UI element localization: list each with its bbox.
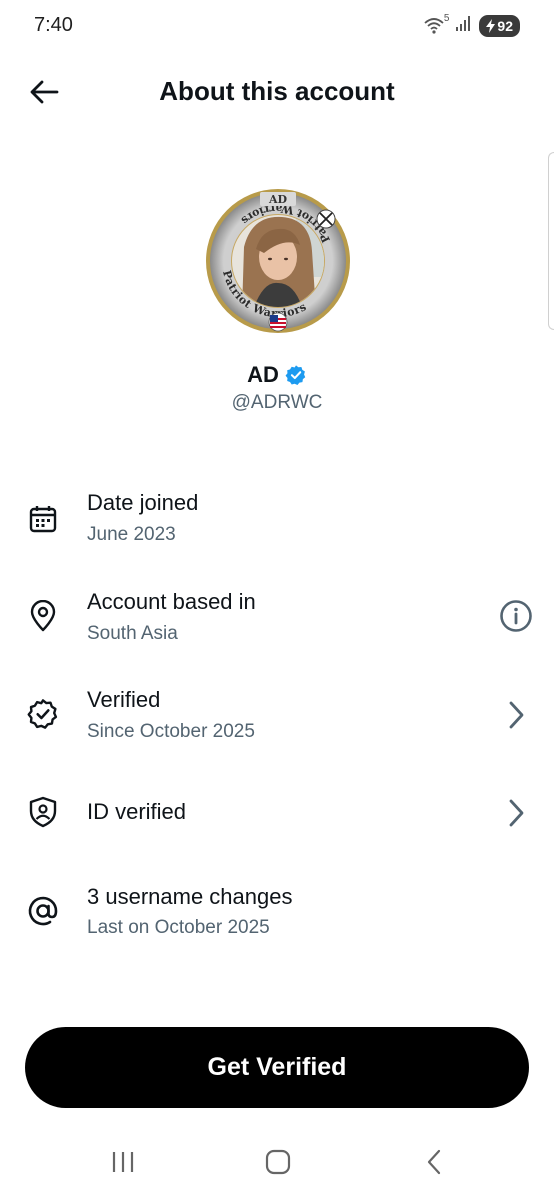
row-verified[interactable]: Verified Since October 2025 bbox=[0, 677, 554, 757]
date-joined-title: Date joined bbox=[87, 490, 199, 515]
flag-icon bbox=[268, 312, 288, 332]
id-verified-title: ID verified bbox=[87, 799, 187, 824]
profile-handle: @ADRWC bbox=[231, 392, 323, 413]
crossed-rifles-icon bbox=[316, 209, 336, 229]
at-sign-icon bbox=[26, 894, 60, 928]
verified-since-value: Since October 2025 bbox=[87, 721, 255, 742]
verified-title: Verified bbox=[87, 687, 161, 712]
back-icon bbox=[427, 1149, 441, 1175]
home-icon bbox=[265, 1149, 291, 1175]
username-changes-title: 3 username changes bbox=[87, 884, 293, 909]
get-verified-button[interactable]: Get Verified bbox=[25, 1027, 529, 1108]
page-title: About this account bbox=[159, 76, 395, 106]
profile-name: AD bbox=[247, 362, 279, 387]
id-verified-chevron-button[interactable] bbox=[498, 795, 534, 831]
system-nav-bar bbox=[0, 1130, 554, 1192]
avatar[interactable]: Patriot Warriors Patriot Warriors AD bbox=[204, 187, 352, 335]
id-shield-icon bbox=[26, 795, 60, 829]
row-account-based-in: Account based in South Asia bbox=[0, 579, 554, 659]
header: About this account bbox=[0, 60, 554, 124]
calendar-icon bbox=[26, 502, 60, 536]
wifi-icon: 5 bbox=[423, 12, 450, 36]
signal-icon bbox=[455, 14, 473, 37]
row-username-changes: 3 username changes Last on October 2025 bbox=[0, 874, 554, 954]
home-button[interactable] bbox=[258, 1146, 298, 1178]
charging-icon bbox=[486, 18, 496, 33]
verified-badge-icon bbox=[285, 365, 306, 385]
recent-apps-icon bbox=[112, 1152, 134, 1172]
status-time: 7:40 bbox=[34, 14, 73, 36]
row-date-joined: Date joined June 2023 bbox=[0, 480, 554, 560]
row-id-verified[interactable]: ID verified bbox=[0, 773, 554, 853]
recent-apps-button[interactable] bbox=[103, 1146, 143, 1178]
info-icon bbox=[500, 600, 532, 632]
system-back-button[interactable] bbox=[414, 1146, 454, 1178]
status-bar: 7:40 5 92 bbox=[0, 0, 554, 52]
profile-name-row: AD bbox=[0, 362, 554, 388]
account-based-in-value: South Asia bbox=[87, 623, 178, 644]
chevron-right-icon bbox=[509, 799, 524, 827]
scroll-indicator[interactable] bbox=[548, 152, 554, 330]
avatar-top-text: AD bbox=[268, 193, 288, 206]
battery-level: 92 bbox=[497, 17, 513, 34]
date-joined-value: June 2023 bbox=[87, 524, 176, 545]
verified-badge-outline-icon bbox=[26, 697, 60, 731]
username-changes-value: Last on October 2025 bbox=[87, 917, 270, 938]
account-based-in-title: Account based in bbox=[87, 589, 256, 614]
info-button[interactable] bbox=[498, 598, 534, 634]
location-pin-icon bbox=[26, 599, 60, 633]
battery-indicator: 92 bbox=[479, 14, 520, 37]
chevron-right-icon bbox=[509, 701, 524, 729]
status-icons: 5 92 bbox=[423, 12, 520, 37]
network-label: 5 bbox=[443, 12, 450, 24]
verified-chevron-button[interactable] bbox=[498, 697, 534, 733]
